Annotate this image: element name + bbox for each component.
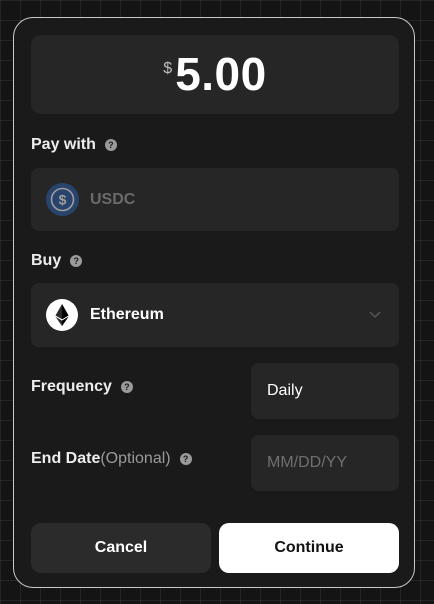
pay-with-label-row: Pay with ?	[31, 136, 117, 154]
ethereum-icon	[46, 299, 78, 331]
usdc-icon: $	[46, 183, 79, 216]
optional-tag: (Optional)	[100, 450, 171, 467]
pay-with-label: Pay with	[31, 136, 96, 153]
svg-text:$: $	[59, 192, 67, 208]
help-icon[interactable]: ?	[70, 255, 83, 267]
help-icon[interactable]: ?	[120, 381, 133, 393]
help-icon[interactable]: ?	[104, 139, 117, 151]
buy-label: Buy	[31, 252, 62, 269]
currency-symbol: $	[163, 60, 173, 77]
buy-asset-select[interactable]: Ethereum	[31, 283, 399, 347]
amount-display[interactable]: $ 5.00	[31, 35, 399, 114]
end-date-input[interactable]	[267, 454, 387, 472]
end-date-label: End Date	[31, 450, 101, 467]
end-date-label-row: End Date (Optional) ?	[31, 450, 192, 468]
frequency-value: Daily	[267, 382, 303, 399]
chevron-down-icon	[368, 307, 382, 326]
end-date-field[interactable]	[251, 435, 399, 491]
amount-value: 5.00	[175, 48, 267, 100]
pay-with-field: $ USDC	[31, 168, 399, 231]
help-icon[interactable]: ?	[179, 453, 192, 465]
buy-asset-name: Ethereum	[90, 306, 164, 323]
frequency-label-row: Frequency ?	[31, 378, 133, 396]
cancel-button[interactable]: Cancel	[31, 523, 211, 573]
continue-button[interactable]: Continue	[219, 523, 399, 573]
frequency-select[interactable]: Daily	[251, 363, 399, 419]
recurring-buy-modal: $ 5.00 Pay with ? $ USDC Buy ? Ethereum	[13, 17, 415, 588]
frequency-label: Frequency	[31, 378, 112, 395]
buy-label-row: Buy ?	[31, 252, 83, 270]
pay-with-asset: USDC	[90, 190, 136, 208]
